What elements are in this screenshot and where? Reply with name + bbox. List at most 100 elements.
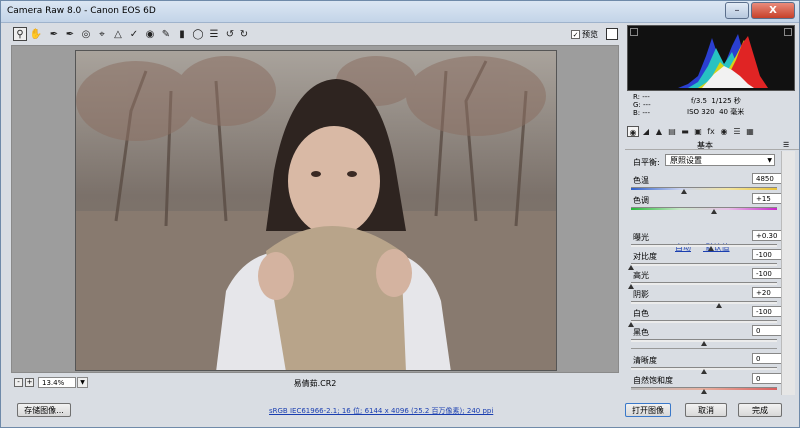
- white-balance-select[interactable]: 原照设置 ▼: [665, 154, 775, 166]
- slider-vibrance: 自然饱和度 0: [631, 373, 782, 394]
- white-balance-icon[interactable]: ✒: [47, 27, 61, 41]
- blacks-value[interactable]: 0: [752, 325, 782, 336]
- preview-checkbox[interactable]: ✓: [571, 30, 580, 39]
- adjustment-brush-icon[interactable]: ✎: [159, 27, 173, 41]
- preview-toggle[interactable]: ✓ 预览: [571, 29, 598, 40]
- basic-tab-icon[interactable]: ◉: [627, 125, 639, 137]
- preview-label: 预览: [582, 30, 598, 39]
- iso: ISO 320: [687, 108, 715, 116]
- r-label: R:: [633, 93, 641, 101]
- footer: 存储图像... sRGB IEC61966-2.1; 16 位; 6144 x …: [1, 397, 799, 427]
- highlights-value[interactable]: -100: [752, 268, 782, 279]
- snapshots-tab-icon[interactable]: ▦: [744, 126, 756, 137]
- close-button[interactable]: X: [751, 2, 795, 19]
- zoom-icon[interactable]: ⚲: [13, 27, 27, 41]
- done-button[interactable]: 完成: [738, 403, 782, 417]
- slider-whites: 白色 -100: [628, 306, 782, 327]
- window-title: Camera Raw 8.0 - Canon EOS 6D: [7, 6, 156, 16]
- effects-tab-icon[interactable]: fx: [705, 126, 717, 137]
- slider-highlights: 高光 -100: [628, 268, 782, 289]
- clarity-label: 清晰度: [633, 356, 657, 365]
- section-title: 基本: [697, 141, 713, 150]
- highlights-track[interactable]: [631, 282, 777, 285]
- focal-length: 40 毫米: [719, 108, 745, 116]
- spot-removal-icon[interactable]: ✓: [127, 27, 141, 41]
- exposure-track[interactable]: [631, 244, 777, 247]
- slider-exposure: 曝光 +0.30: [631, 230, 782, 251]
- fullscreen-icon[interactable]: [606, 28, 618, 40]
- g-label: G:: [633, 101, 641, 109]
- shadows-track[interactable]: [631, 301, 777, 304]
- tint-value[interactable]: +15: [752, 193, 782, 204]
- panel-menu-icon[interactable]: ☰: [783, 141, 789, 149]
- b-value: ---: [642, 109, 650, 117]
- b-label: B:: [633, 109, 641, 117]
- slider-contrast: 对比度 -100: [628, 249, 782, 270]
- vibrance-value[interactable]: 0: [752, 373, 782, 384]
- white-balance-label: 白平衡:: [633, 158, 660, 167]
- blacks-thumb[interactable]: [701, 341, 707, 346]
- chevron-down-icon: ▼: [767, 157, 772, 164]
- camera-calibration-tab-icon[interactable]: ◉: [718, 126, 730, 137]
- open-image-button[interactable]: 打开图像: [625, 403, 671, 417]
- target-adjust-icon[interactable]: ◎: [79, 27, 93, 41]
- shadows-value[interactable]: +20: [752, 287, 782, 298]
- contrast-label: 对比度: [633, 252, 657, 261]
- cancel-button[interactable]: 取消: [685, 403, 727, 417]
- presets-tab-icon[interactable]: ☰: [731, 126, 743, 137]
- panel-tabs: ◉ ◢ ▲ ▤ ▬ ▣ fx ◉ ☰ ▦: [625, 123, 799, 139]
- photo-preview: [75, 50, 557, 371]
- panel-scrollbar[interactable]: [781, 151, 795, 395]
- r-value: ---: [642, 93, 650, 101]
- tint-label: 色调: [633, 196, 649, 205]
- contrast-track[interactable]: [631, 263, 777, 266]
- tone-curve-tab-icon[interactable]: ◢: [640, 126, 652, 137]
- exposure-label: 曝光: [633, 233, 649, 242]
- minimize-button[interactable]: –: [725, 2, 749, 19]
- red-eye-icon[interactable]: ◉: [143, 27, 157, 41]
- hsl-tab-icon[interactable]: ▤: [666, 126, 678, 137]
- preferences-icon[interactable]: ☰: [207, 27, 221, 41]
- whites-value[interactable]: -100: [752, 306, 782, 317]
- histogram: [627, 25, 795, 91]
- radial-filter-icon[interactable]: ◯: [191, 27, 205, 41]
- rotate-cw-icon[interactable]: ↻: [237, 27, 251, 41]
- blacks-label: 黑色: [633, 328, 649, 337]
- temperature-label: 色温: [633, 176, 649, 185]
- rotate-ccw-icon[interactable]: ↺: [223, 27, 237, 41]
- image-canvas[interactable]: [11, 45, 619, 373]
- camera-raw-window: Camera Raw 8.0 - Canon EOS 6D – X ⚲ ✋ ✒ …: [0, 0, 800, 428]
- temperature-track[interactable]: [631, 187, 777, 190]
- slider-temperature: 色温 4850: [631, 173, 782, 194]
- slider-clarity: 清晰度 0: [631, 353, 782, 374]
- straighten-icon[interactable]: △: [111, 27, 125, 41]
- slider-blacks: 黑色 0: [631, 325, 782, 346]
- highlights-label: 高光: [633, 271, 649, 280]
- whites-label: 白色: [633, 309, 649, 318]
- contrast-value[interactable]: -100: [752, 249, 782, 260]
- white-balance-value: 原照设置: [670, 156, 702, 165]
- workflow-options-link[interactable]: sRGB IEC61966-2.1; 16 位; 6144 x 4096 (25…: [269, 406, 493, 416]
- save-image-button[interactable]: 存储图像...: [17, 403, 71, 417]
- shadows-label: 阴影: [633, 290, 649, 299]
- vibrance-thumb[interactable]: [701, 389, 707, 394]
- color-sampler-icon[interactable]: ✒: [63, 27, 77, 41]
- whites-track[interactable]: [631, 320, 777, 323]
- exposure-value[interactable]: +0.30: [752, 230, 782, 241]
- crop-icon[interactable]: ⌖: [95, 27, 109, 41]
- temperature-value[interactable]: 4850: [752, 173, 782, 184]
- clarity-value[interactable]: 0: [752, 353, 782, 364]
- section-header: 基本 ☰: [625, 140, 799, 150]
- tint-thumb[interactable]: [711, 209, 718, 214]
- graduated-filter-icon[interactable]: ▮: [175, 27, 189, 41]
- detail-tab-icon[interactable]: ▲: [653, 126, 665, 137]
- title-bar: Camera Raw 8.0 - Canon EOS 6D – X: [1, 1, 799, 23]
- hand-icon[interactable]: ✋: [29, 27, 43, 41]
- status-bar: - + 13.4% ▼ 易倩茹.CR2: [11, 375, 619, 391]
- vibrance-label: 自然饱和度: [633, 376, 673, 385]
- slider-tint: 色调 +15: [631, 193, 782, 214]
- split-toning-tab-icon[interactable]: ▬: [679, 126, 691, 137]
- slider-shadows: 阴影 +20: [631, 287, 782, 308]
- tint-track[interactable]: [631, 207, 777, 210]
- lens-tab-icon[interactable]: ▣: [692, 126, 704, 137]
